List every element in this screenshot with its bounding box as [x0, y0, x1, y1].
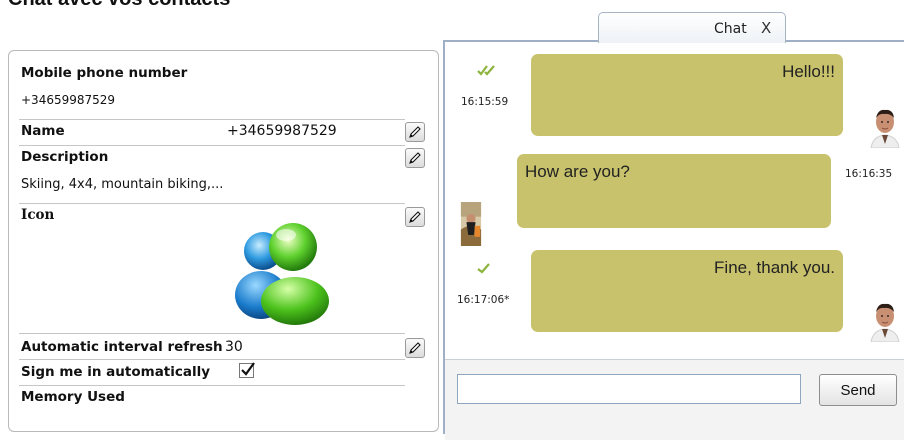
message-time: 16:15:59 — [461, 96, 509, 108]
divider — [19, 333, 405, 334]
divider — [19, 385, 405, 386]
message-bubble: Fine, thank you. — [531, 250, 843, 332]
close-tab-button[interactable]: X — [761, 19, 771, 37]
message-text: Fine, thank you. — [714, 258, 835, 277]
edit-description-button[interactable] — [405, 148, 425, 168]
message-input[interactable] — [457, 374, 801, 404]
checkmark-icon — [241, 362, 255, 376]
double-check-icon — [477, 65, 495, 76]
name-label: Name — [21, 123, 65, 139]
message-bubble: How are you? — [517, 154, 831, 228]
send-button[interactable]: Send — [819, 374, 897, 406]
description-label: Description — [21, 149, 109, 165]
contact-properties-panel: Mobile phone number +34659987529 Name +3… — [8, 50, 439, 432]
automatic-refresh-value: 30 — [225, 339, 243, 355]
pencil-icon — [409, 126, 421, 138]
tab-chat[interactable]: Chat X — [598, 12, 786, 43]
pencil-icon — [409, 342, 421, 354]
page-title: Chat avec vos contacts — [8, 0, 230, 11]
pencil-icon — [409, 211, 421, 223]
sign-in-automatically-label: Sign me in automatically — [21, 364, 211, 380]
my-avatar — [869, 104, 901, 148]
edit-icon-button[interactable] — [405, 207, 425, 227]
memory-used-label: Memory Used — [21, 389, 125, 405]
message-bubble: Hello!!! — [531, 54, 843, 136]
pencil-icon — [409, 152, 421, 164]
messenger-buddies-icon — [235, 223, 329, 325]
chat-window: 16:15:59 Hello!!! How are you? 16:16:35 … — [443, 40, 904, 440]
edit-refresh-button[interactable] — [405, 338, 425, 358]
tab-chat-label: Chat — [714, 21, 747, 37]
mobile-phone-value: +34659987529 — [21, 93, 116, 107]
automatic-refresh-label: Automatic interval refresh — [21, 339, 223, 355]
message-time: 16:17:06* — [457, 294, 510, 306]
divider — [19, 145, 405, 146]
mobile-phone-label: Mobile phone number — [21, 65, 188, 81]
contact-avatar — [460, 202, 482, 246]
name-value: +34659987529 — [227, 123, 337, 139]
divider — [19, 203, 405, 204]
divider — [19, 359, 405, 360]
message-text: How are you? — [525, 162, 630, 181]
icon-label: Icon — [21, 207, 55, 223]
message-time: 16:16:35 — [845, 168, 893, 180]
my-avatar — [869, 298, 901, 342]
edit-name-button[interactable] — [405, 122, 425, 142]
sign-in-automatically-checkbox[interactable] — [239, 362, 255, 378]
message-text: Hello!!! — [782, 62, 835, 81]
check-icon — [477, 263, 490, 274]
description-value: Skiing, 4x4, mountain biking,... — [21, 177, 224, 192]
divider — [19, 119, 405, 120]
chat-compose-bar: Send — [445, 360, 904, 440]
